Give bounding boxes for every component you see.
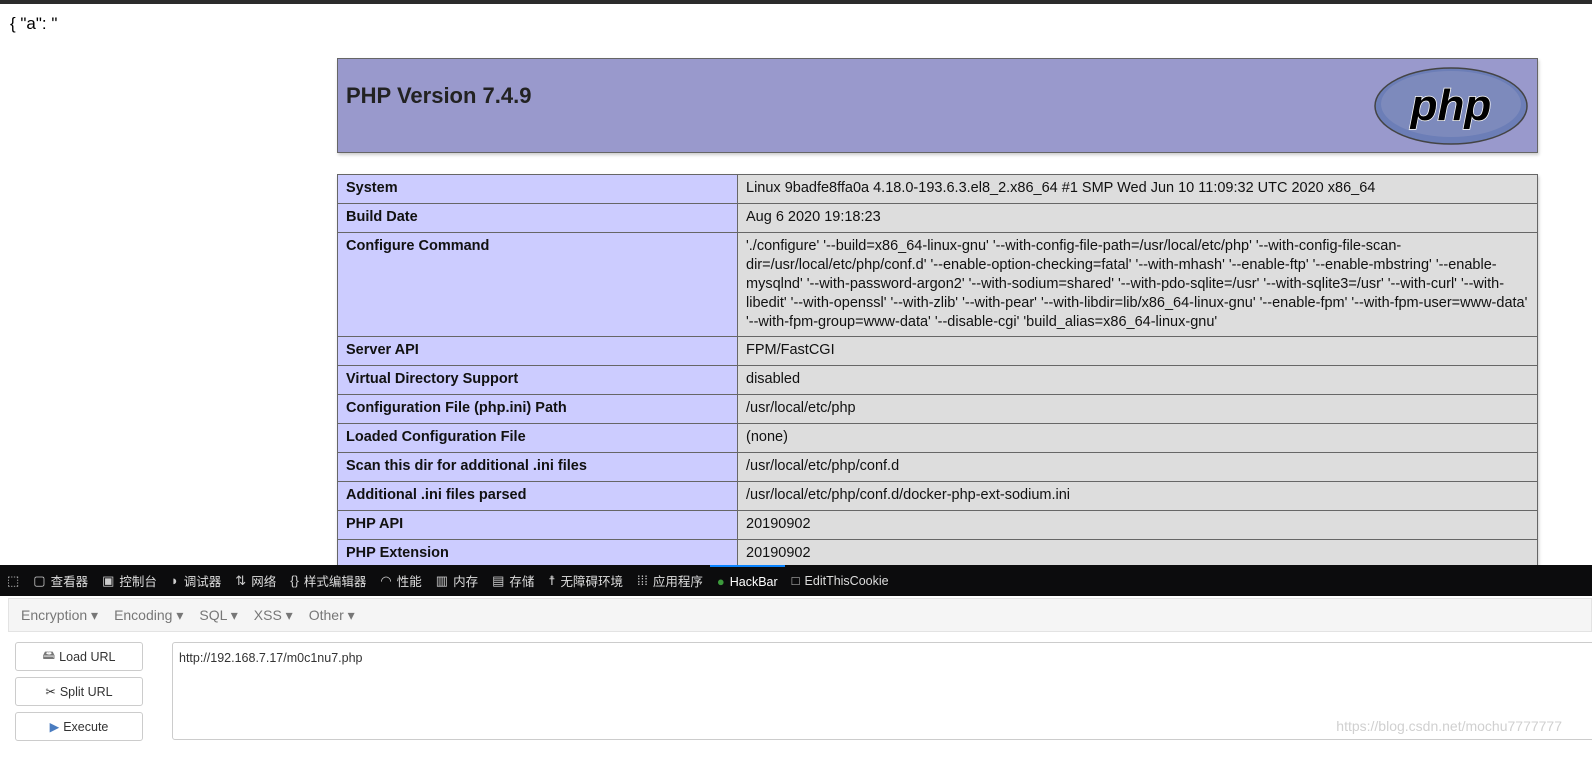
hackbar-menu-item[interactable]: SQL ▾ xyxy=(199,607,237,624)
tab-label: 调试器 xyxy=(183,575,222,589)
php-version-title: PHP Version 7.4.9 xyxy=(346,83,532,108)
row-label: Additional .ini files parsed xyxy=(337,481,738,511)
hackbar-menu-item[interactable]: Encryption ▾ xyxy=(21,607,98,624)
scissors-icon: ✂ xyxy=(45,685,56,699)
devtools-tab[interactable]: ▥ 内存 xyxy=(429,565,485,596)
devtools-tab[interactable]: ▤ 存储 xyxy=(485,565,541,596)
row-value: Linux 9badfe8ffa0a 4.18.0-193.6.3.el8_2.… xyxy=(737,174,1538,204)
memory-icon: ▥ xyxy=(435,572,449,588)
devtools-tab[interactable]: ◠ 性能 xyxy=(373,565,428,596)
hackbar-icon: ● xyxy=(716,574,725,589)
table-row: System Linux 9badfe8ffa0a 4.18.0-193.6.3.… xyxy=(337,174,1538,204)
tab-label: 控制台 xyxy=(119,575,157,589)
hackbar-menu-item[interactable]: Encoding ▾ xyxy=(114,607,183,624)
svg-text:php: php xyxy=(1410,81,1492,130)
devtools-tab[interactable]: ● HackBar xyxy=(709,565,785,596)
tab-label: 存储 xyxy=(509,575,535,589)
row-label: Scan this dir for additional .ini files xyxy=(337,452,738,482)
table-row: Configuration File (php.ini) Path/usr/lo… xyxy=(337,394,1538,424)
php-logo: php xyxy=(1374,67,1528,145)
tab-label: 网络 xyxy=(251,575,277,589)
storage-icon: ▤ xyxy=(492,572,505,588)
table-row: Server API FPM/FastCGI xyxy=(337,336,1538,366)
style-editor-icon: {} xyxy=(290,573,299,588)
hackbar-menu-item[interactable]: XSS ▾ xyxy=(254,607,293,624)
tab-label: 性能 xyxy=(396,575,422,589)
tab-label: 内存 xyxy=(453,575,479,589)
tab-label: 查看器 xyxy=(50,575,89,589)
tab-label: EditThisCookie xyxy=(804,573,889,588)
table-row: PHP API 20190902 xyxy=(337,510,1538,540)
table-row: Virtual Directory Support disabled xyxy=(337,365,1538,395)
element-picker-button[interactable]: ⬚ xyxy=(0,565,26,596)
page-text: { "a": " xyxy=(10,14,58,33)
devtools-tab[interactable]: ☨ 无障碍环境 xyxy=(541,565,630,596)
row-label: Server API xyxy=(337,336,738,366)
split-url-button[interactable]: ✂ Split URL xyxy=(15,677,143,706)
devtools-tab[interactable]: ▣ 控制台 xyxy=(95,565,164,596)
devtools-tab[interactable]: □ EditThisCookie xyxy=(785,565,896,596)
play-icon: ▶ xyxy=(49,720,60,734)
row-value: 20190902 xyxy=(737,510,1538,540)
row-value: './configure' '--build=x86_64-linux-gnu'… xyxy=(737,232,1538,337)
table-row: Additional .ini files parsed/usr/local/e… xyxy=(337,481,1538,511)
tab-label: 应用程序 xyxy=(652,575,703,589)
network-icon: ⇅ xyxy=(235,572,247,588)
phpinfo-header: PHP Version 7.4.9 php xyxy=(337,58,1538,153)
row-label: Configure Command xyxy=(337,232,738,337)
console-icon: ▣ xyxy=(102,572,115,588)
devtools-tab[interactable]: ⁞⁞⁞ 应用程序 xyxy=(630,565,710,596)
phpinfo-table: System Linux 9badfe8ffa0a 4.18.0-193.6.3.… xyxy=(337,174,1538,569)
table-row: Loaded Configuration File (none) xyxy=(337,423,1538,453)
devtools-tab[interactable]: {} 样式编辑器 xyxy=(283,565,373,596)
load-url-button[interactable]: 🖴 Load URL xyxy=(15,642,143,671)
cookie-icon: □ xyxy=(791,573,800,588)
inspector-icon: ▢ xyxy=(33,572,46,588)
row-label: Virtual Directory Support xyxy=(337,365,738,395)
row-value: Aug 6 2020 19:18:23 xyxy=(737,203,1538,233)
row-label: PHP API xyxy=(337,510,738,540)
row-value: /usr/local/etc/php/conf.d xyxy=(737,452,1538,482)
hackbar-menu: Encryption ▾ Encoding ▾ SQL ▾ XSS ▾ Other ▾ xyxy=(8,598,1592,632)
table-row: Build Date Aug 6 2020 19:18:23 xyxy=(337,203,1538,233)
tab-label: HackBar xyxy=(729,574,778,589)
table-row: Scan this dir for additional .ini files /… xyxy=(337,452,1538,482)
execute-button[interactable]: ▶ Execute xyxy=(15,712,143,741)
devtools-tab[interactable]: ⇅ 网络 xyxy=(228,565,283,596)
row-value: disabled xyxy=(737,365,1538,395)
table-row: Configure Command './configure' '--build=… xyxy=(337,232,1538,337)
row-value: /usr/local/etc/php xyxy=(737,394,1538,424)
devtools-tab[interactable]: ▢ 查看器 xyxy=(26,565,95,596)
performance-icon: ◠ xyxy=(380,572,392,588)
hackbar-menu-item[interactable]: Other ▾ xyxy=(309,607,355,624)
row-value: (none) xyxy=(737,423,1538,453)
devtools-tab[interactable]: ◗ 调试器 xyxy=(164,565,228,596)
row-label: Configuration File (php.ini) Path xyxy=(337,394,738,424)
accessibility-icon: ☨ xyxy=(548,572,556,588)
load-url-icon: 🖴 xyxy=(42,648,56,662)
top-border xyxy=(0,0,1592,4)
watermark: https://blog.csdn.net/mochu7777777 xyxy=(1336,718,1562,734)
row-value: FPM/FastCGI xyxy=(737,336,1538,366)
devtools-toolbar: ⬚ ▢ 查看器 ▣ 控制台 ◗ 调试器 ⇅ 网络 {} 样式编辑器 ◠ 性能 ▥ 内存 ▤ 存储 ☨ 无障碍环境 ⁞… xyxy=(0,565,1592,596)
application-icon: ⁞⁞⁞ xyxy=(637,573,648,588)
row-label: Loaded Configuration File xyxy=(337,423,738,453)
element-picker-icon: ⬚ xyxy=(7,572,20,588)
row-label: Build Date xyxy=(337,203,738,233)
row-value: /usr/local/etc/php/conf.d/docker-php-ext… xyxy=(737,481,1538,511)
tab-label: 样式编辑器 xyxy=(303,575,367,589)
row-label: System xyxy=(337,174,738,204)
tab-label: 无障碍环境 xyxy=(560,575,624,589)
debugger-icon: ◗ xyxy=(170,573,179,588)
